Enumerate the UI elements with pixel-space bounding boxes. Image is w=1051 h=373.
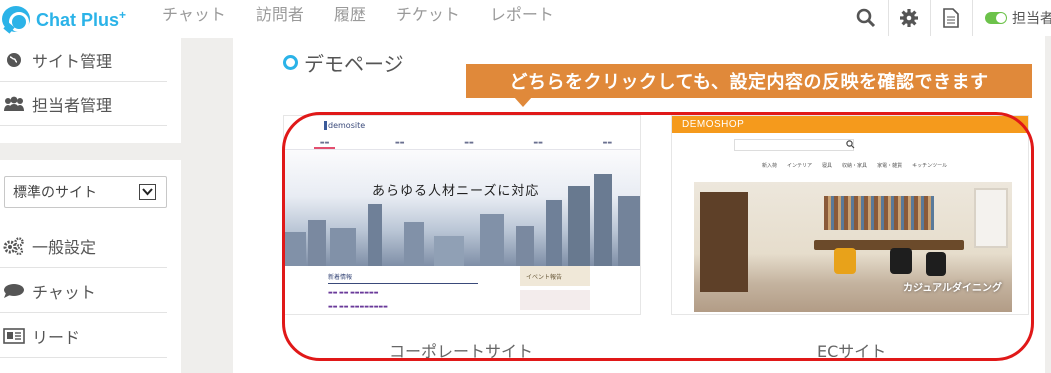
sidebar-item-agent-management[interactable]: 担当者管理 <box>0 82 167 126</box>
demo2-caption: カジュアルダイニング <box>903 283 1002 294</box>
demo1-banner-label: イベント報告 <box>526 273 563 281</box>
building <box>546 200 562 266</box>
chevron-down-icon <box>139 184 156 200</box>
nav-tickets[interactable]: チケット <box>396 0 460 30</box>
demo1-hero-image: あらゆる人材ニーズに対応 <box>284 150 640 266</box>
demo2-categories: 新入荷 インテリア 寝具 収納・家具 家電・雑貨 キッチンツール <box>762 162 957 169</box>
demo1-hero-text: あらゆる人材ニーズに対応 <box>372 184 540 199</box>
demo-ec-site-label[interactable]: ECサイト <box>817 338 886 362</box>
photo-window <box>974 188 1008 248</box>
demo2-header-bar: DEMOSHOP <box>672 116 1028 133</box>
demo1-nav-item: ▬▬ <box>533 140 543 146</box>
building <box>368 204 382 266</box>
agent-status-toggle[interactable]: 担当者 <box>972 0 1051 36</box>
site-select-value: 標準のサイト <box>13 185 97 201</box>
nav-chat[interactable]: チャット <box>162 0 226 30</box>
demo2-category: 寝具 <box>822 163 833 169</box>
demo1-logo: demosite <box>328 121 366 130</box>
building <box>480 214 504 266</box>
demo1-news: 新着情報 ▬▬ ▬▬ ▬▬▬▬▬▬ ▬▬ ▬▬ ▬▬▬▬▬▬▬▬ ▬▬ ▬▬ ▬… <box>328 272 508 314</box>
photo-chair <box>834 248 856 274</box>
gear-icon <box>899 9 918 27</box>
demo1-header: demosite <box>284 116 640 136</box>
demo1-banner-event: イベント報告 <box>520 266 590 286</box>
demo2-hero-photo: カジュアルダイニング <box>694 182 1012 312</box>
sidebar-item-site-management[interactable]: サイト管理 <box>0 38 167 82</box>
nav-visitors[interactable]: 訪問者 <box>256 0 304 30</box>
chat-plus-logo[interactable]: Chat Plus+ <box>2 5 126 33</box>
gears-icon <box>2 236 26 256</box>
nav-history[interactable]: 履歴 <box>334 0 366 30</box>
demo1-nav-item: ▬▬ <box>395 140 405 146</box>
building <box>308 220 326 266</box>
building <box>404 222 424 266</box>
chat-bubble-logo-icon <box>2 6 30 32</box>
photo-chair <box>926 252 946 276</box>
id-card-icon <box>2 326 26 346</box>
building <box>284 232 306 266</box>
sidebar-item-label: 担当者管理 <box>32 95 113 115</box>
search-button[interactable] <box>846 0 886 36</box>
agent-label: 担当者 <box>1012 11 1051 27</box>
callout-pointer <box>514 97 532 107</box>
section-title-text: デモページ <box>304 52 404 76</box>
building <box>618 196 640 266</box>
page-edge <box>1045 36 1051 373</box>
document-icon <box>942 8 959 28</box>
sidebar-item-label: サイト管理 <box>32 51 113 71</box>
demo2-category: 収納・家具 <box>842 163 868 169</box>
demo-corporate-site-label[interactable]: コーポレートサイト <box>389 338 533 362</box>
app-name: Chat Plus+ <box>36 7 127 30</box>
sidebar-group-admin: サイト管理 担当者管理 <box>0 38 181 143</box>
demo-ec-site-thumbnail[interactable]: DEMOSHOP 新入荷 インテリア 寝具 収納・家具 家電・雑貨 キッチンツー… <box>671 115 1029 315</box>
speech-bubble-icon <box>2 281 26 301</box>
demo1-logo-mark <box>324 121 327 130</box>
sidebar-gutter <box>181 38 233 373</box>
demo2-search-box <box>734 139 854 151</box>
demo2-category: 家電・雑貨 <box>877 163 903 169</box>
photo-door <box>700 192 748 292</box>
sidebar-item-label: リード <box>32 327 81 347</box>
demo2-category: キッチンツール <box>912 163 948 169</box>
sidebar-item-label: チャット <box>32 282 96 302</box>
building <box>594 174 612 266</box>
sidebar-item-lead[interactable]: リード <box>0 314 167 358</box>
demo1-nav-item: ▬▬ <box>464 140 474 146</box>
instruction-callout: どちらをクリックしても、設定内容の反映を確認できます <box>466 64 1032 98</box>
ring-bullet-icon <box>283 55 298 70</box>
document-button[interactable] <box>930 0 970 36</box>
sidebar-item-chat[interactable]: チャット <box>0 269 167 313</box>
demo2-logo: DEMOSHOP <box>682 119 745 130</box>
demo1-banner-second <box>520 290 590 310</box>
demo1-nav: ▬▬ ▬▬ ▬▬ ▬▬ ▬▬ <box>284 136 640 150</box>
toggle-switch-icon <box>985 12 1007 24</box>
demo-corporate-site-thumbnail[interactable]: demosite ▬▬ ▬▬ ▬▬ ▬▬ ▬▬ あらゆる人材ニーズに対応 新着情… <box>283 115 641 315</box>
nav-reports[interactable]: レポート <box>490 0 554 30</box>
demo2-search-icon <box>846 140 855 149</box>
demo2-category: インテリア <box>787 163 813 169</box>
sidebar-item-general-settings[interactable]: 一般設定 <box>0 224 167 268</box>
site-select[interactable]: 標準のサイト <box>4 176 167 208</box>
building <box>568 186 590 266</box>
demo1-news-item: ▬▬ ▬▬ ▬▬▬▬▬▬ <box>328 290 379 296</box>
building <box>434 236 464 266</box>
globe-icon <box>2 50 26 70</box>
top-header: Chat Plus+ チャット 訪問者 履歴 チケット レポート 担当者 <box>0 0 1051 40</box>
demo2-category: 新入荷 <box>762 163 778 169</box>
main-nav: チャット 訪問者 履歴 チケット レポート <box>162 0 584 30</box>
photo-bookshelf <box>824 196 934 230</box>
photo-chair <box>890 248 912 274</box>
demo1-news-item: ▬▬ ▬▬ ▬▬▬▬▬▬▬▬ <box>328 304 388 310</box>
sidebar-item-label: 一般設定 <box>32 237 97 257</box>
demo1-nav-home: ▬▬ <box>313 136 336 149</box>
users-icon <box>2 94 26 114</box>
section-title: デモページ <box>283 48 404 77</box>
demo1-news-title: 新着情報 <box>328 272 478 284</box>
settings-button[interactable] <box>888 0 928 36</box>
building <box>516 226 534 266</box>
demo1-nav-item: ▬▬ <box>602 140 613 146</box>
search-icon <box>856 8 876 28</box>
building <box>330 228 356 266</box>
